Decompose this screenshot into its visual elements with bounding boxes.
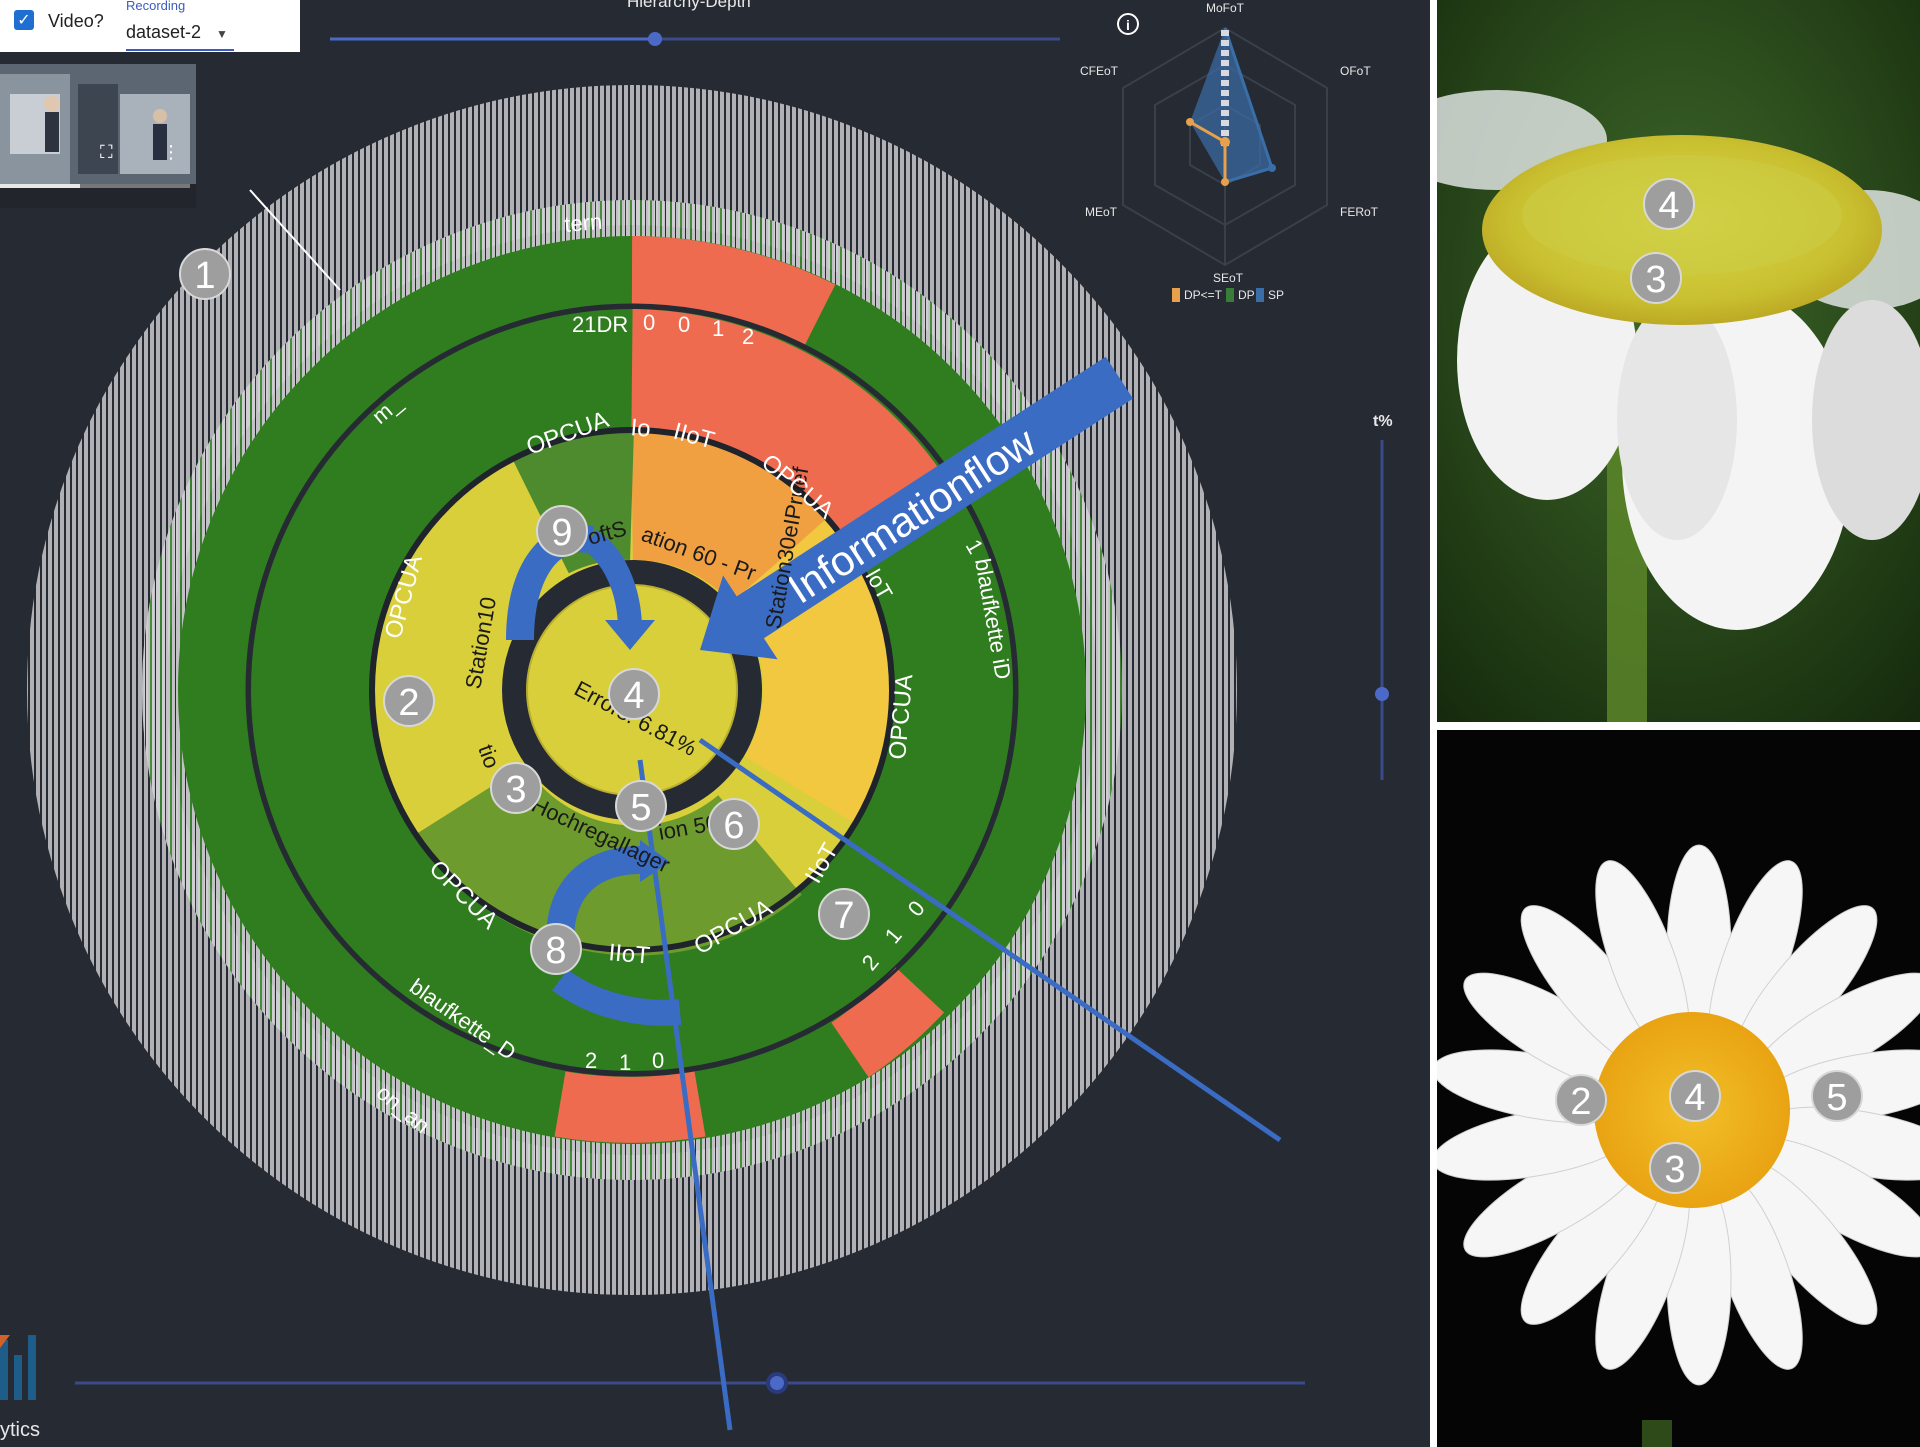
threshold-label: t%: [1373, 413, 1393, 430]
ring3-label: 0: [643, 310, 655, 335]
ring3-label: tern: [563, 209, 603, 237]
radar-sp-area: [1190, 28, 1272, 182]
marker-daisy-top-3: 3: [1630, 252, 1682, 304]
radar-axis-label: MEoT: [1085, 205, 1118, 219]
daisy-closeup-image: [1437, 0, 1920, 722]
daisy-full-photo: 2 4 5 3: [1437, 730, 1920, 1447]
daisy-closeup-photo: 4 3: [1437, 0, 1920, 722]
marker-2: 2: [383, 675, 435, 727]
ring3-label: 2: [742, 324, 754, 349]
marker-3: 3: [490, 762, 542, 814]
legend-label: SP: [1268, 288, 1284, 302]
sunburst-chart: Errors: 6.81% Informationflow Station10 …: [0, 1, 1393, 1441]
radar-point: [1220, 137, 1230, 147]
legend-swatch-sp: [1256, 288, 1264, 302]
logo-bar: [14, 1355, 22, 1400]
marker-daisy-bottom-2: 2: [1555, 1074, 1607, 1126]
marker-8: 8: [530, 923, 582, 975]
radar-point: [1186, 118, 1194, 126]
ring2-label: IIoT: [607, 939, 651, 970]
ring3-label: 21DR: [572, 312, 628, 337]
radar-axis-label: FERoT: [1340, 205, 1379, 219]
marker-6: 6: [708, 798, 760, 850]
bottom-slider-handle[interactable]: [766, 1372, 788, 1394]
marker-daisy-bottom-4: 4: [1669, 1070, 1721, 1122]
radar-point: [1221, 178, 1229, 186]
threshold-slider-handle[interactable]: [1375, 687, 1389, 701]
ring3-label: 0: [652, 1048, 664, 1073]
legend-label: DP: [1238, 288, 1255, 302]
logo-bar: [0, 1340, 8, 1400]
ring2-label: Io: [629, 414, 651, 443]
logo-text: ytics: [0, 1419, 40, 1441]
marker-daisy-top-4: 4: [1643, 178, 1695, 230]
marker-1: 1: [179, 248, 231, 300]
ring-3-red-top: [631, 236, 836, 346]
logo-bar: [28, 1335, 36, 1400]
radar-chart: MoFoT OFoT FERoT SEoT MEoT CFEoT DP<=T D…: [1080, 1, 1379, 302]
radar-point: [1268, 164, 1276, 172]
radar-axis-label: OFoT: [1340, 64, 1371, 78]
ring-3-red-bottom: [554, 1071, 706, 1143]
marker-9: 9: [536, 505, 588, 557]
info-icon-glyph: i: [1126, 17, 1130, 33]
radar-axis-label: CFEoT: [1080, 64, 1119, 78]
ring3-label: 0: [678, 312, 690, 337]
ring3-label: 2: [585, 1048, 597, 1073]
marker-5: 5: [615, 780, 667, 832]
marker-7: 7: [818, 888, 870, 940]
radar-axis-label: MoFoT: [1206, 1, 1245, 15]
hierarchy-slider-handle[interactable]: [648, 32, 662, 46]
radar-axis-label: SEoT: [1213, 271, 1244, 285]
marker-daisy-bottom-5: 5: [1811, 1070, 1863, 1122]
legend-swatch-dp: [1226, 288, 1234, 302]
ring3-label: 1: [712, 316, 724, 341]
ring3-label: 1: [619, 1050, 631, 1075]
legend-label: DP<=T: [1184, 288, 1223, 302]
sunburst-dashboard: ✓ Video? Recording dataset-2 ▼ ⛶ ⋮ Hiera…: [0, 0, 1430, 1447]
marker-4: 4: [608, 668, 660, 720]
marker-daisy-bottom-3: 3: [1649, 1142, 1701, 1194]
legend-swatch-dp-le-t: [1172, 288, 1180, 302]
